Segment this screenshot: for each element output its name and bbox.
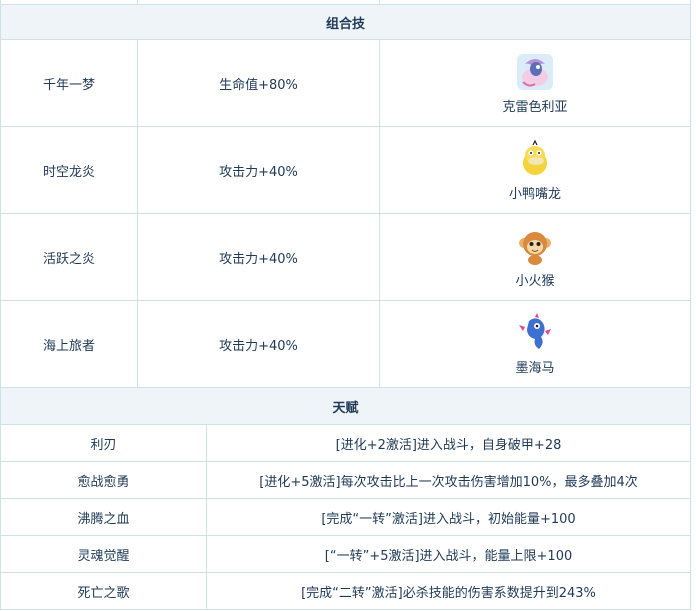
talent-desc: [进化+5激活]每次攻击比上一次攻击伤害增加10%，最多叠加4次 xyxy=(205,461,692,499)
talent-name: 利刃 xyxy=(0,424,207,462)
talent-desc: [进化+2激活]进入战斗，自身破甲+28 xyxy=(205,424,692,462)
combo-skill-effect: 生命值+80% xyxy=(137,39,380,127)
combo-pet-cell: 克雷色利亚 xyxy=(379,39,691,127)
table-row: 死亡之歌 [完成“二转”激活]必杀技能的伤害系数提升到243% xyxy=(0,572,692,610)
table-row: 海上旅者 攻击力+40% 墨海马 xyxy=(0,300,691,388)
talent-name: 愈战愈勇 xyxy=(0,461,207,499)
combo-pet-cell: 小火猴 xyxy=(379,213,691,301)
combo-skill-name: 时空龙炎 xyxy=(0,126,138,214)
pet-name[interactable]: 克雷色利亚 xyxy=(380,96,690,115)
combo-skill-effect: 攻击力+40% xyxy=(137,126,380,214)
horsea-icon[interactable] xyxy=(515,312,555,353)
combo-pet-cell: 小鸭嘴龙 xyxy=(379,126,691,214)
combo-skill-effect: 攻击力+40% xyxy=(137,213,380,301)
combo-skill-name: 海上旅者 xyxy=(0,300,138,388)
talent-name: 灵魂觉醒 xyxy=(0,535,207,573)
combo-header-row: 组合技 xyxy=(0,4,691,40)
talent-header-row: 天赋 xyxy=(0,387,692,425)
table-row: 愈战愈勇 [进化+5激活]每次攻击比上一次攻击伤害增加10%，最多叠加4次 xyxy=(0,461,692,499)
pet-name[interactable]: 墨海马 xyxy=(380,357,690,376)
combo-pet-cell: 墨海马 xyxy=(379,300,691,388)
page: 组合技 千年一梦 生命值+80% 克雷色利亚 时空龙炎 攻击力+40% 小鸭嘴龙… xyxy=(0,0,692,610)
table-row: 灵魂觉醒 [“一转”+5激活]进入战斗，能量上限+100 xyxy=(0,535,692,573)
cresselia-icon[interactable] xyxy=(515,52,555,92)
pet-name[interactable]: 小鸭嘴龙 xyxy=(380,183,690,202)
table-row: 时空龙炎 攻击力+40% 小鸭嘴龙 xyxy=(0,126,691,214)
table-row: 活跃之炎 攻击力+40% 小火猴 xyxy=(0,213,691,301)
combo-skill-name: 活跃之炎 xyxy=(0,213,138,301)
psyduck-icon[interactable] xyxy=(515,139,555,179)
table-row: 利刃 [进化+2激活]进入战斗，自身破甲+28 xyxy=(0,424,692,462)
combo-skill-name: 千年一梦 xyxy=(0,39,138,127)
combo-section-title: 组合技 xyxy=(0,4,691,40)
chimchar-icon[interactable] xyxy=(515,226,555,266)
table-row: 千年一梦 生命值+80% 克雷色利亚 xyxy=(0,39,691,127)
talent-section-title: 天赋 xyxy=(0,387,692,425)
pet-name[interactable]: 小火猴 xyxy=(380,270,690,289)
talent-name: 死亡之歌 xyxy=(0,572,207,610)
talent-desc: [“一转”+5激活]进入战斗，能量上限+100 xyxy=(205,535,692,573)
combo-skill-effect: 攻击力+40% xyxy=(137,300,380,388)
talent-name: 沸腾之血 xyxy=(0,498,207,536)
talent-table: 天赋 利刃 [进化+2激活]进入战斗，自身破甲+28 愈战愈勇 [进化+5激活]… xyxy=(0,387,692,610)
talent-desc: [完成“二转”激活]必杀技能的伤害系数提升到243% xyxy=(205,572,692,610)
combo-table: 组合技 千年一梦 生命值+80% 克雷色利亚 时空龙炎 攻击力+40% 小鸭嘴龙… xyxy=(0,0,691,388)
table-row: 沸腾之血 [完成“一转”激活]进入战斗，初始能量+100 xyxy=(0,498,692,536)
talent-desc: [完成“一转”激活]进入战斗，初始能量+100 xyxy=(205,498,692,536)
